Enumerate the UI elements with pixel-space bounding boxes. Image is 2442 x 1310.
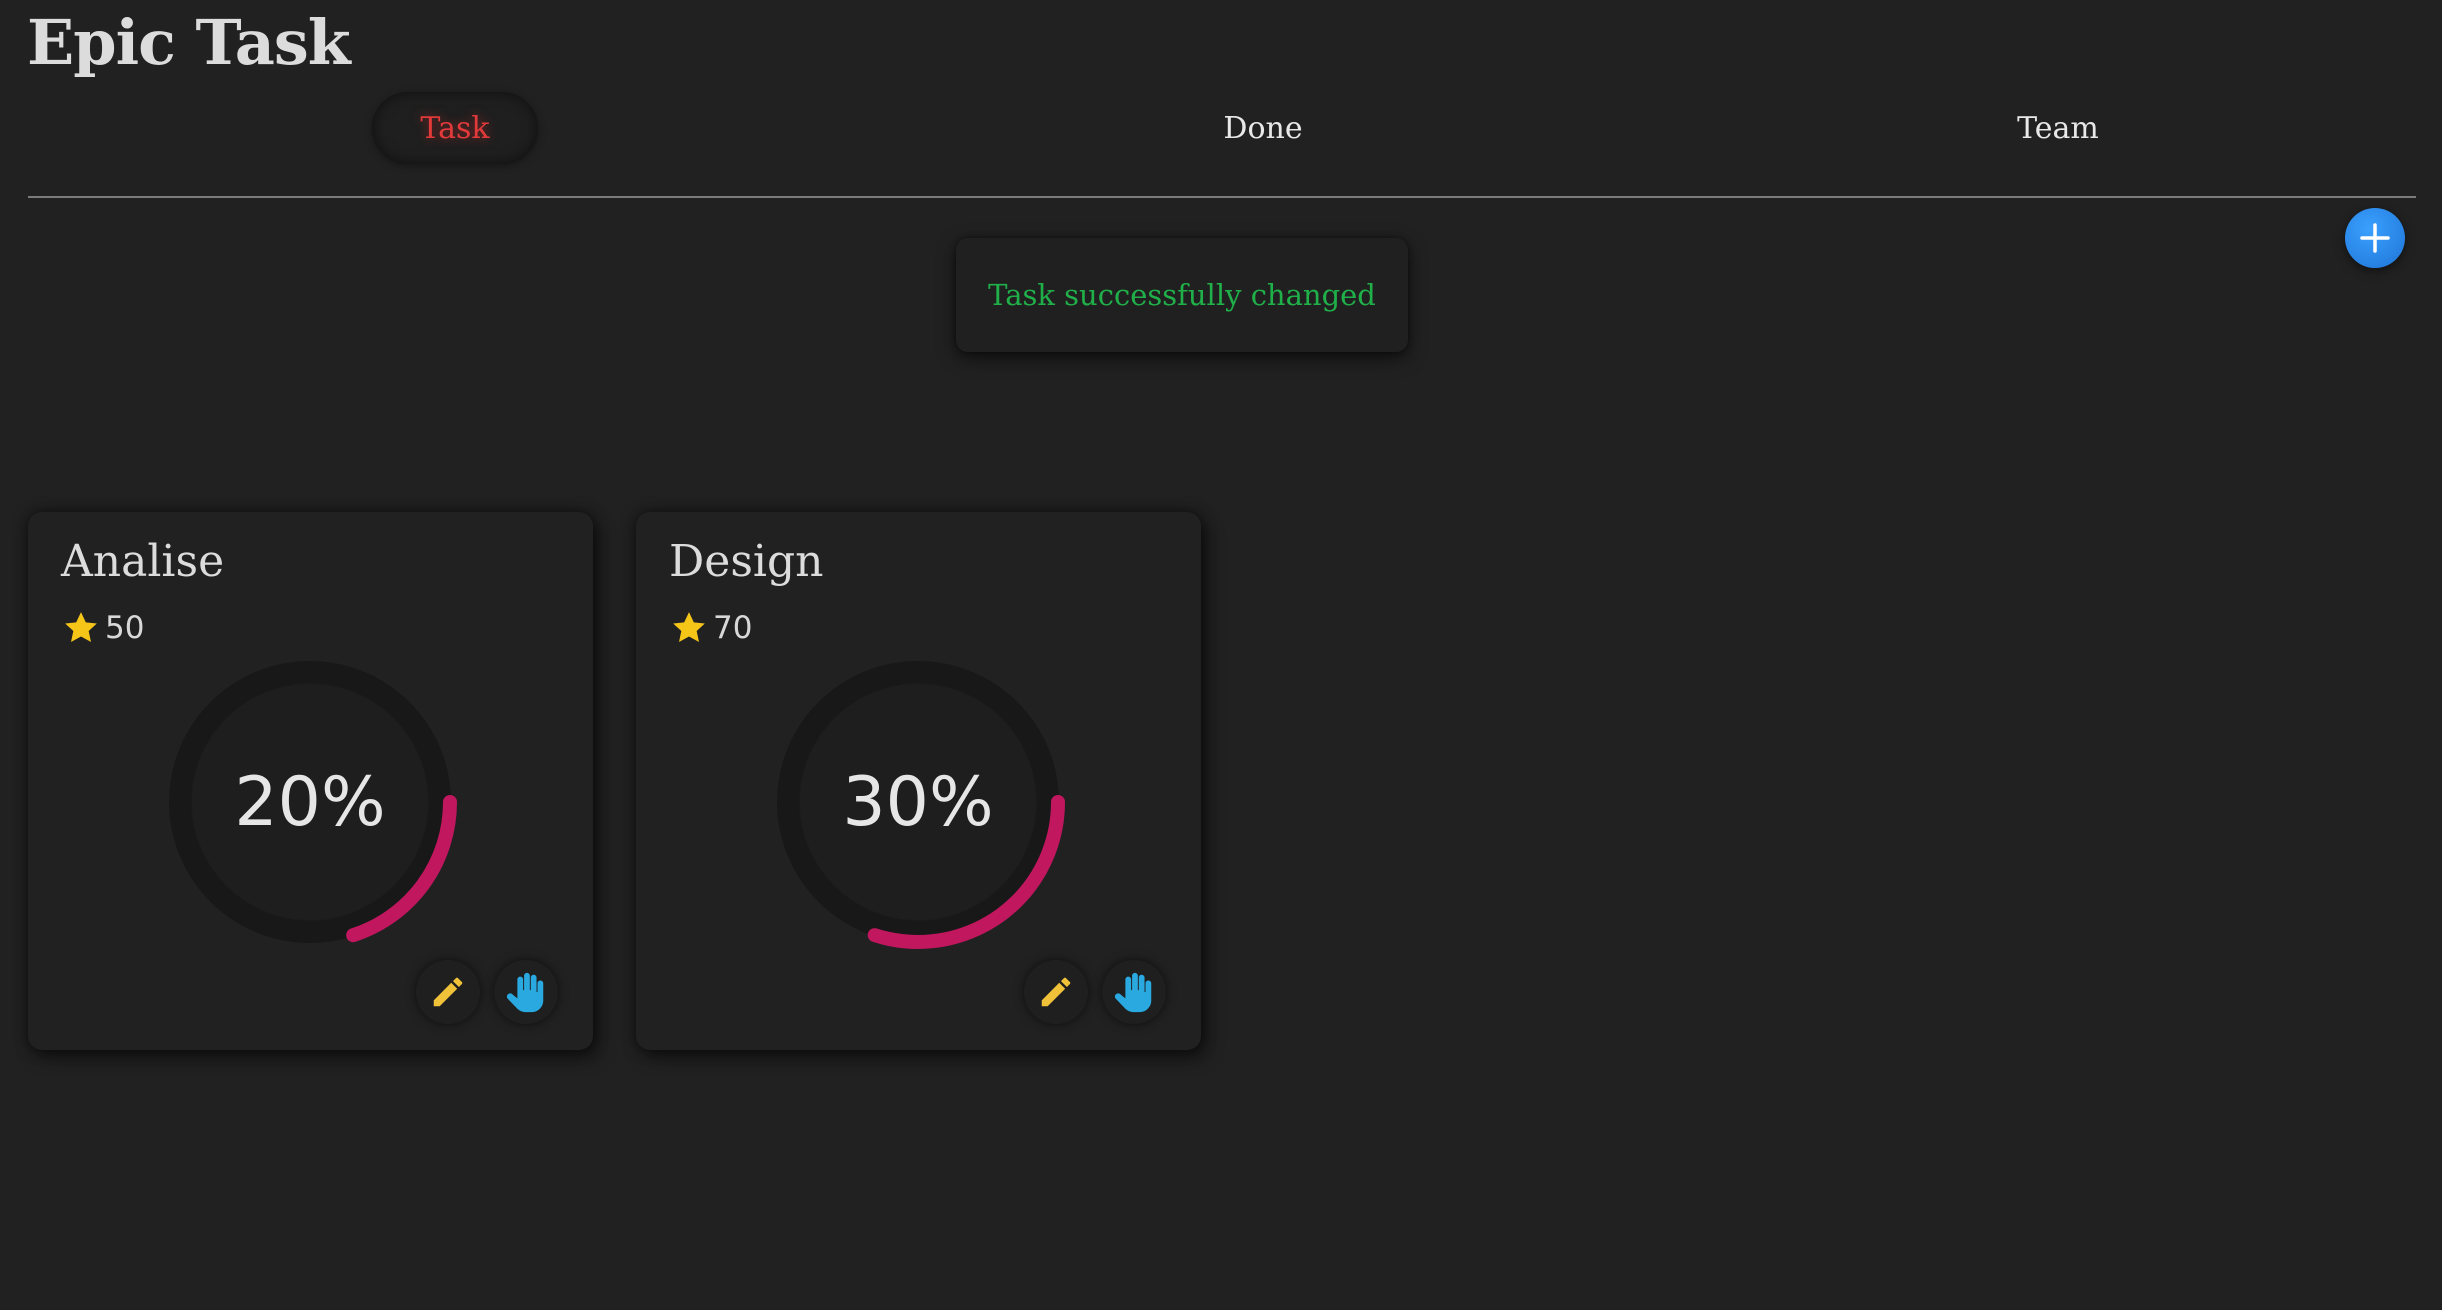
edit-button[interactable] (416, 960, 480, 1024)
add-task-button[interactable] (2345, 208, 2405, 268)
app-title: Epic Task (27, 6, 351, 79)
task-card: Analise 50 20% (28, 512, 593, 1050)
progress-value: 20% (234, 762, 386, 842)
hand-icon (1114, 972, 1152, 1013)
raise-hand-button[interactable] (1102, 960, 1166, 1024)
progress-ring: 30% (766, 650, 1070, 954)
points-value: 70 (713, 610, 753, 646)
star-icon (65, 612, 97, 642)
task-points: 70 (669, 606, 752, 650)
pencil-icon (1041, 977, 1071, 1007)
toast-message: Task successfully changed (988, 278, 1376, 312)
tab-task[interactable]: Task (372, 92, 538, 164)
main-nav: Task Done Team (28, 92, 2416, 168)
raise-hand-button[interactable] (494, 960, 558, 1024)
pencil-icon (433, 977, 463, 1007)
tab-team[interactable]: Team (1958, 92, 2158, 164)
task-points: 50 (61, 606, 144, 650)
points-value: 50 (105, 610, 145, 646)
progress-ring: 20% (158, 650, 462, 954)
task-card: Design 70 30% (636, 512, 1201, 1050)
plus-icon (2360, 223, 2390, 253)
hand-icon (506, 972, 544, 1013)
toast-notification: Task successfully changed (956, 238, 1408, 352)
task-title: Design (669, 536, 824, 587)
task-title: Analise (61, 536, 225, 587)
progress-value: 30% (842, 762, 994, 842)
nav-divider (28, 196, 2416, 198)
tab-done[interactable]: Done (1163, 92, 1363, 164)
star-icon (673, 612, 705, 642)
edit-button[interactable] (1024, 960, 1088, 1024)
